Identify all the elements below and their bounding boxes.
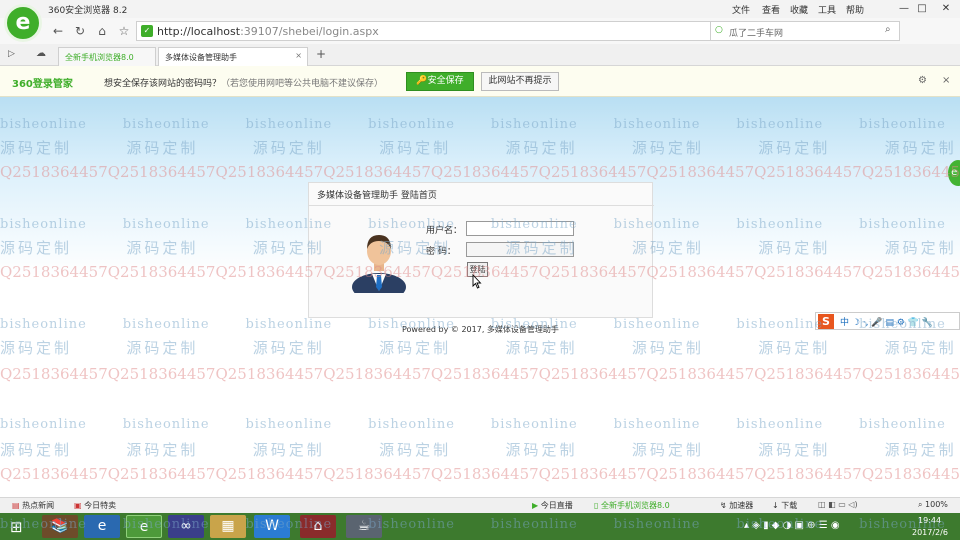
taskbar-app-java-icon[interactable]: ☕: [346, 515, 382, 538]
accelerator-link[interactable]: ↯ 加速器: [720, 500, 753, 511]
back-icon[interactable]: ←: [50, 23, 66, 39]
divider: [309, 205, 654, 206]
login-panel: 多媒体设备管理助手 登陆首页 用户名： 密 码： 登陆: [308, 182, 654, 318]
taskbar-app-vs-icon[interactable]: ∞: [168, 515, 204, 538]
live-link[interactable]: ▶ 今日直播: [532, 500, 573, 511]
address-row: ← ↻ ⌂ ☆ ✓ http://localhost:39107/shebei/…: [0, 18, 960, 44]
prompt-question: 想安全保存该网站的密码吗？: [104, 79, 222, 89]
download-label: 下载: [781, 501, 798, 510]
status-tool-icons[interactable]: ◫ ◧ ▭ ◁): [818, 500, 858, 509]
security-shield-icon: ✓: [141, 25, 153, 37]
save-password-prompt: 想安全保存该网站的密码吗？（若您使用网吧等公共电脑不建议保存）: [104, 76, 383, 89]
mobile-browser-link[interactable]: ▯ 全新手机浏览器8.0: [594, 500, 670, 511]
title-bar: 360安全浏览器 8.2 文件 查看 收藏 工具 帮助 — □ ✕: [0, 0, 960, 18]
login-title: 多媒体设备管理助手 登陆首页: [317, 191, 437, 201]
password-label: 密 码：: [426, 247, 456, 257]
url-field[interactable]: ✓ http://localhost:39107/shebei/login.as…: [136, 21, 726, 41]
rocket-icon: ↯: [720, 501, 727, 510]
status-bar: ▤ 热点新闻 ▣ 今日特卖 ▶ 今日直播 ▯ 全新手机浏览器8.0 ↯ 加速器 …: [0, 497, 960, 513]
zoom-icon: ⌕: [918, 500, 923, 509]
gift-icon: ▣: [74, 501, 82, 510]
taskbar-app-word-icon[interactable]: W: [254, 515, 290, 538]
clock-date[interactable]: 2017/2/6: [912, 528, 948, 537]
url-text[interactable]: http://localhost:39107/shebei/login.aspx: [157, 25, 379, 38]
tab-media-manager[interactable]: 多媒体设备管理助手 ×: [158, 47, 308, 66]
user-avatar-icon: [351, 227, 407, 301]
save-label: 安全保存: [427, 76, 464, 86]
favorite-star-icon[interactable]: ☆: [116, 23, 132, 39]
url-host: http://localhost: [157, 25, 241, 38]
sidebar-toggle-icon[interactable]: ▷: [8, 49, 15, 59]
daily-sale-label: 今日特卖: [84, 501, 117, 510]
tray-icons[interactable]: ▴ ◈ ▮ ◆ ◑ ▣ ⊕ ☰ ◉: [744, 520, 840, 531]
hot-news-link[interactable]: ▤ 热点新闻: [12, 500, 54, 511]
search-icon[interactable]: ⌕: [885, 24, 891, 35]
username-input[interactable]: [466, 221, 574, 236]
reload-icon[interactable]: ↻: [72, 23, 88, 39]
maximize-button[interactable]: □: [914, 2, 930, 16]
search-text[interactable]: 瓜了二手车网: [729, 26, 783, 39]
cloud-icon[interactable]: ☁: [36, 48, 46, 59]
url-path: :39107/shebei/login.aspx: [240, 25, 379, 38]
search-engine-icon[interactable]: ○: [715, 25, 723, 35]
mouse-cursor-icon: [472, 273, 482, 292]
menu-file[interactable]: 文件: [732, 3, 750, 16]
menu-tools[interactable]: 工具: [818, 3, 836, 16]
minimize-button[interactable]: —: [896, 2, 912, 16]
settings-gear-icon[interactable]: ⚙: [918, 75, 927, 86]
secure-save-button[interactable]: 🔑安全保存: [406, 72, 474, 91]
windows-taskbar: ⊞ 📚 e e ∞ ▦ W ⌂ ☕ ▴ ◈ ▮ ◆ ◑ ▣ ⊕ ☰ ◉ 19:4…: [0, 513, 960, 540]
hot-news-label: 热点新闻: [22, 501, 55, 510]
mobile-browser-label: 全新手机浏览器8.0: [600, 501, 670, 510]
play-icon: ▶: [532, 501, 539, 510]
accelerator-label: 加速器: [729, 501, 754, 510]
news-icon: ▤: [12, 501, 20, 510]
login-manager-brand: 360登录管家: [12, 79, 73, 90]
daily-sale-link[interactable]: ▣ 今日特卖: [74, 500, 116, 511]
never-prompt-button[interactable]: 此网站不再提示: [481, 72, 559, 91]
taskbar-app-360-icon[interactable]: e: [126, 515, 162, 538]
sogou-logo-icon[interactable]: S: [818, 314, 834, 329]
window-title: 360安全浏览器 8.2: [48, 6, 128, 16]
live-label: 今日直播: [540, 501, 573, 510]
username-label: 用户名：: [426, 226, 463, 236]
menu-favorites[interactable]: 收藏: [790, 3, 808, 16]
close-button[interactable]: ✕: [938, 2, 954, 16]
download-link[interactable]: ↓ 下载: [772, 500, 797, 511]
taskbar-app-books-icon[interactable]: 📚: [42, 515, 78, 538]
search-field[interactable]: ○ 瓜了二手车网 ⌕: [710, 21, 900, 41]
tab-mobile-browser[interactable]: 全新手机浏览器8.0: [58, 47, 156, 66]
new-tab-icon[interactable]: +: [316, 47, 326, 61]
tab-label: 多媒体设备管理助手: [165, 53, 237, 62]
zoom-value: 100%: [925, 500, 948, 509]
input-method-toolbar[interactable]: S 中 ☽ ·, 🎤 ▤ ⚙ 👕 🔧: [815, 312, 960, 330]
zoom-level[interactable]: ⌕ 100%: [918, 500, 948, 510]
close-tab-icon[interactable]: ×: [295, 51, 302, 60]
browser-logo-icon[interactable]: e: [4, 4, 42, 42]
home-icon[interactable]: ⌂: [94, 23, 110, 39]
download-icon: ↓: [772, 501, 779, 510]
prompt-hint: （若您使用网吧等公共电脑不建议保存）: [221, 79, 384, 89]
taskbar-app-ie-icon[interactable]: e: [84, 515, 120, 538]
phone-icon: ▯: [594, 501, 599, 510]
menu-help[interactable]: 帮助: [846, 3, 864, 16]
windows-start-icon[interactable]: ⊞: [10, 518, 23, 536]
password-save-bar: 360登录管家 想安全保存该网站的密码吗？（若您使用网吧等公共电脑不建议保存） …: [0, 66, 960, 97]
password-input[interactable]: [466, 242, 574, 257]
clock-time[interactable]: 19:44: [918, 516, 941, 525]
browser-window: 360安全浏览器 8.2 文件 查看 收藏 工具 帮助 — □ ✕ e ← ↻ …: [0, 0, 960, 540]
ime-toolbar-icons[interactable]: 中 ☽ ·, 🎤 ▤ ⚙ 👕 🔧: [840, 315, 933, 328]
tab-bar: ▷ ☁ 全新手机浏览器8.0 多媒体设备管理助手 × +: [0, 44, 960, 66]
menu-view[interactable]: 查看: [762, 3, 780, 16]
close-bar-icon[interactable]: ×: [942, 75, 950, 86]
tab-label: 全新手机浏览器8.0: [65, 53, 134, 62]
taskbar-app-house-icon[interactable]: ⌂: [300, 515, 336, 538]
powered-by-footer: Powered by © 2017, 多媒体设备管理助手: [402, 325, 559, 334]
taskbar-app-folder-icon[interactable]: ▦: [210, 515, 246, 538]
key-icon: 🔑: [416, 76, 428, 86]
